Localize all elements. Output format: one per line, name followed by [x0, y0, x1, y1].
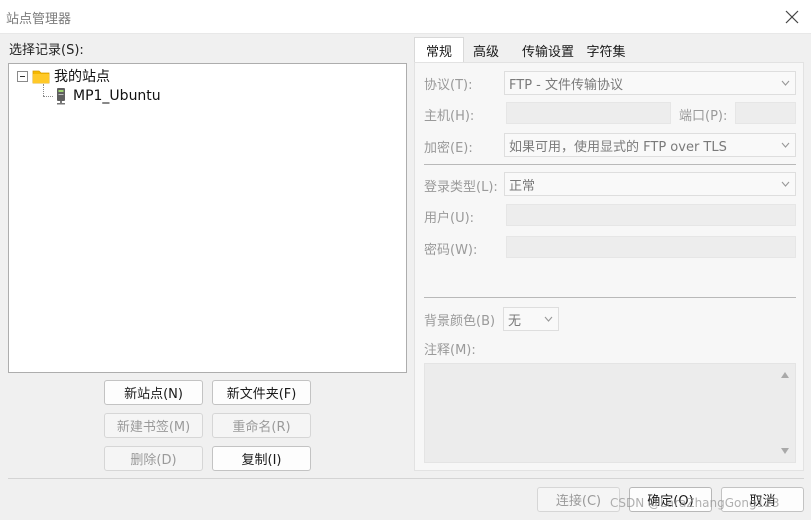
new-bookmark-button[interactable]: 新建书签(M) [104, 413, 203, 438]
copy-button[interactable]: 复制(I) [212, 446, 311, 471]
window-title: 站点管理器 [6, 12, 72, 27]
logon-type-value: 正常 [509, 178, 536, 194]
rename-button[interactable]: 重命名(R) [212, 413, 311, 438]
cancel-button[interactable]: 取消 [721, 487, 804, 512]
protocol-value: FTP - 文件传输协议 [509, 77, 623, 93]
connect-button[interactable]: 连接(C) [537, 487, 620, 512]
close-button[interactable] [779, 4, 805, 30]
host-label: 主机(H): [424, 109, 475, 124]
bg-color-value: 无 [508, 313, 522, 329]
tab-advanced[interactable]: 高级 [466, 38, 506, 62]
footer-divider [8, 478, 804, 479]
password-label: 密码(W): [424, 243, 478, 258]
server-icon [57, 88, 65, 105]
tree-line [43, 84, 44, 96]
user-input[interactable] [506, 204, 796, 226]
tree-item-label: 我的站点 [54, 69, 110, 85]
user-label: 用户(U): [424, 211, 475, 226]
bg-color-label: 背景颜色(B) [424, 314, 496, 329]
title-bar: 站点管理器 [0, 0, 811, 34]
divider [424, 297, 796, 298]
scroll-down-arrow-icon[interactable] [781, 448, 789, 454]
encryption-select[interactable]: 如果可用，使用显式的 FTP over TLS [504, 133, 796, 157]
logon-type-label: 登录类型(L): [424, 180, 498, 195]
chevron-down-icon [538, 316, 558, 322]
comments-textarea[interactable] [424, 363, 796, 463]
port-label: 端口(P): [679, 109, 728, 124]
password-input[interactable] [506, 236, 796, 258]
ok-button[interactable]: 确定(O) [629, 487, 712, 512]
divider [424, 164, 796, 165]
tab-general[interactable]: 常规 [414, 37, 464, 62]
encryption-label: 加密(E): [424, 141, 473, 156]
bg-color-select[interactable]: 无 [503, 307, 559, 331]
chevron-down-icon [775, 181, 795, 187]
folder-icon [32, 70, 50, 83]
tree-item-label: MP1_Ubuntu [73, 88, 161, 104]
chevron-down-icon [775, 142, 795, 148]
select-entry-label: 选择记录(S): [9, 43, 84, 58]
port-input[interactable] [735, 102, 796, 124]
close-icon [785, 10, 799, 24]
collapse-toggle[interactable] [17, 70, 28, 82]
scroll-up-arrow-icon[interactable] [781, 372, 789, 378]
tree-line [43, 96, 53, 97]
new-site-button[interactable]: 新站点(N) [104, 380, 203, 405]
new-folder-button[interactable]: 新文件夹(F) [212, 380, 311, 405]
protocol-select[interactable]: FTP - 文件传输协议 [504, 71, 796, 95]
protocol-label: 协议(T): [424, 78, 473, 93]
encryption-value: 如果可用，使用显式的 FTP over TLS [509, 139, 727, 155]
host-input[interactable] [506, 102, 671, 124]
tab-transfer-settings[interactable]: 传输设置 [516, 38, 580, 62]
site-tree[interactable]: 我的站点 MP1_Ubuntu [8, 63, 407, 373]
comments-label: 注释(M): [424, 343, 476, 358]
chevron-down-icon [775, 80, 795, 86]
tree-item-site[interactable]: MP1_Ubuntu [55, 86, 161, 106]
general-panel: 协议(T): FTP - 文件传输协议 主机(H): 端口(P): 加密(E):… [414, 62, 804, 471]
delete-button[interactable]: 删除(D) [104, 446, 203, 471]
logon-type-select[interactable]: 正常 [504, 172, 796, 196]
tree-item-my-sites[interactable]: 我的站点 [17, 66, 110, 86]
tab-charset[interactable]: 字符集 [582, 38, 630, 62]
